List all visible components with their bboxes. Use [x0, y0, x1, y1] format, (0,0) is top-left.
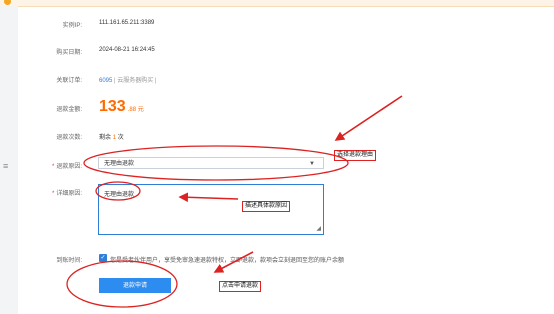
arrow-to-button — [213, 251, 254, 273]
highlight-reason-select — [83, 145, 349, 181]
arrow-to-detail — [178, 192, 239, 203]
highlight-apply-button — [66, 260, 178, 308]
annotation-overlay — [66, 95, 403, 308]
arrow-to-select — [334, 95, 403, 141]
highlight-detail-field — [95, 181, 141, 201]
